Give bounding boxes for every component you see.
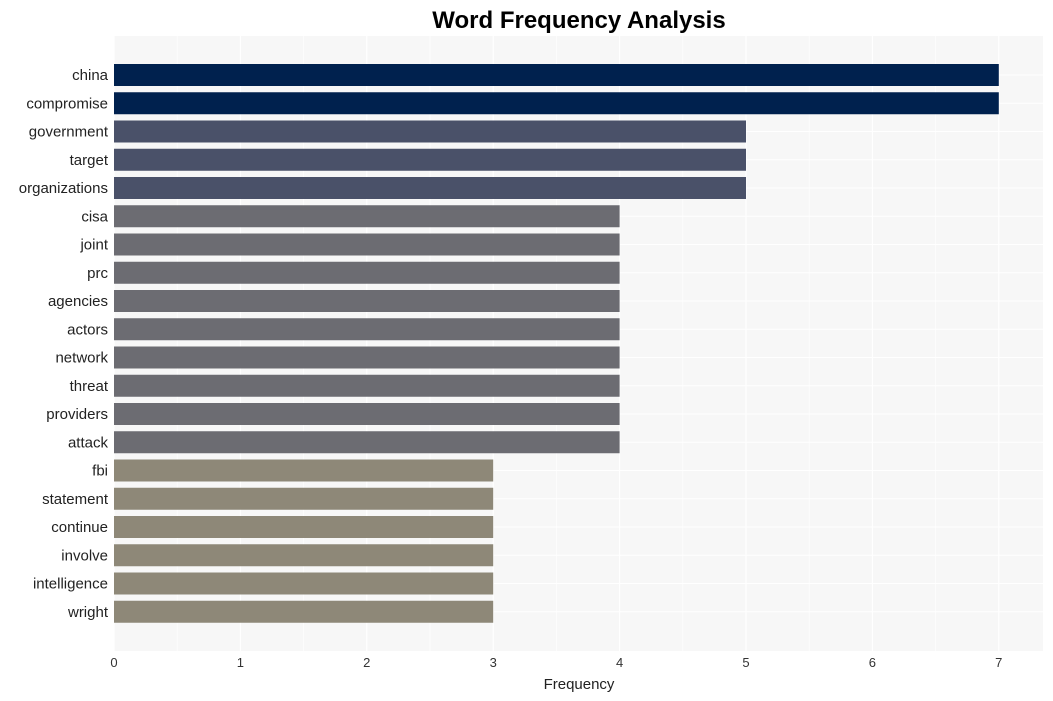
bar-compromise: [114, 92, 999, 115]
chart-title: Word Frequency Analysis: [432, 7, 725, 34]
y-tick-label: prc: [87, 265, 108, 282]
x-tick-label: 6: [869, 655, 876, 670]
x-tick-label: 5: [742, 655, 749, 670]
x-tick-label: 1: [237, 655, 244, 670]
y-tick-label: compromise: [26, 95, 108, 112]
y-tick-label: government: [29, 124, 109, 141]
y-tick-label: threat: [70, 378, 109, 395]
y-tick-label: organizations: [19, 180, 108, 197]
bar-cisa: [114, 205, 620, 228]
bar-joint: [114, 233, 620, 256]
x-tick-label: 7: [995, 655, 1002, 670]
x-axis-label: Frequency: [544, 676, 615, 693]
y-tick-label: network: [55, 350, 108, 367]
bar-agencies: [114, 290, 620, 312]
y-tick-label: target: [70, 152, 109, 169]
x-tick-label: 2: [363, 655, 370, 670]
y-tick-label: providers: [46, 406, 108, 423]
x-axis-ticks: 0 1 2 3 4 5 6 7: [110, 655, 1002, 670]
bar-threat: [114, 374, 620, 397]
y-tick-label: china: [72, 67, 109, 84]
bar-actors: [114, 318, 620, 341]
y-tick-label: cisa: [81, 208, 108, 225]
bar-organizations: [114, 177, 746, 199]
x-tick-label: 3: [490, 655, 497, 670]
y-tick-label: involve: [61, 547, 108, 564]
bar-continue: [114, 516, 494, 538]
y-tick-label: statement: [42, 491, 109, 508]
bar-china: [114, 64, 999, 86]
bar-network: [114, 346, 620, 369]
y-tick-label: continue: [51, 519, 108, 536]
bar-chart: china compromise government target organizat…: [19, 7, 1043, 693]
bar-prc: [114, 261, 620, 284]
bar-providers: [114, 403, 620, 425]
y-tick-label: fbi: [92, 463, 108, 480]
y-tick-label: wright: [67, 604, 109, 621]
y-tick-label: attack: [68, 434, 109, 451]
bar-wright: [114, 600, 494, 623]
y-axis-labels: china compromise government target organizat…: [19, 67, 109, 621]
bar-intelligence: [114, 572, 494, 595]
bar-statement: [114, 487, 494, 510]
y-tick-label: intelligence: [33, 576, 108, 593]
x-tick-label: 4: [616, 655, 623, 670]
bar-target: [114, 148, 746, 171]
x-tick-label: 0: [110, 655, 117, 670]
bar-fbi: [114, 459, 494, 482]
y-tick-label: joint: [79, 237, 108, 254]
y-tick-label: actors: [67, 321, 108, 338]
bar-involve: [114, 544, 494, 567]
y-tick-label: agencies: [48, 293, 108, 310]
bar-attack: [114, 431, 620, 454]
bar-government: [114, 120, 746, 143]
